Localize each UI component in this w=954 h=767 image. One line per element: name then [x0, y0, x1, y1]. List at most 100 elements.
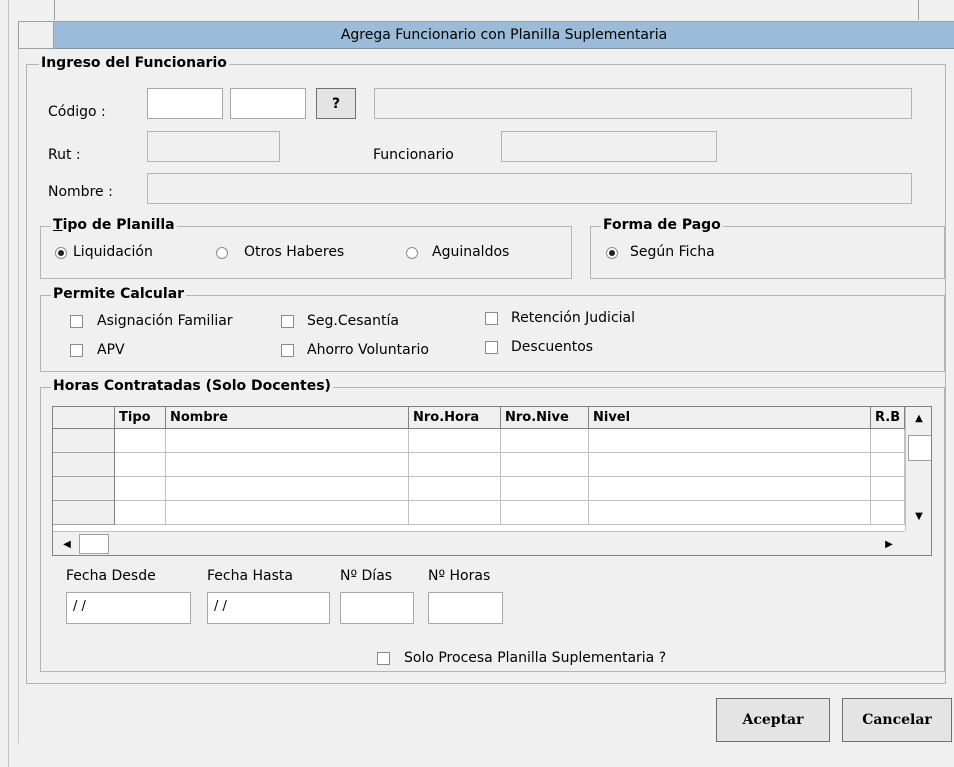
scroll-down-icon[interactable]: ▼: [906, 505, 931, 527]
checkbox-ahorro-voluntario[interactable]: [281, 344, 294, 357]
liquidacion-label[interactable]: Liquidación: [73, 244, 153, 260]
row-header[interactable]: [53, 429, 115, 453]
aguinaldos-label[interactable]: Aguinaldos: [432, 244, 509, 260]
grid-cell[interactable]: [115, 429, 166, 453]
grid-cell[interactable]: [589, 453, 871, 477]
grid-cell[interactable]: [501, 477, 589, 501]
dias-label: Nº Días: [340, 568, 393, 584]
grid-hscroll[interactable]: ◀ ▶: [53, 531, 905, 555]
grid-cell[interactable]: [115, 453, 166, 477]
codigo-field-1[interactable]: [147, 88, 223, 119]
aceptar-label: Aceptar: [742, 712, 804, 728]
rut-field: [147, 131, 280, 162]
retencion-judicial-label[interactable]: Retención Judicial: [511, 310, 635, 326]
vscroll-thumb[interactable]: [908, 435, 931, 461]
scroll-corner: [905, 531, 931, 555]
asignacion-familiar-label[interactable]: Asignación Familiar: [97, 313, 233, 329]
codigo-description-field: [374, 88, 912, 119]
separator: [54, 0, 55, 20]
radio-segun-ficha[interactable]: [606, 247, 618, 259]
tipo-planilla-legend: Tipo de Planilla: [51, 217, 177, 233]
col-nro-hora[interactable]: Nro.Hora: [409, 407, 501, 429]
grid-cell[interactable]: [409, 501, 501, 525]
fecha-hasta-field[interactable]: / /: [207, 592, 330, 624]
dias-field[interactable]: [340, 592, 414, 624]
descuentos-label[interactable]: Descuentos: [511, 339, 593, 355]
segun-ficha-label[interactable]: Según Ficha: [630, 244, 715, 260]
window-title-text: Agrega Funcionario con Planilla Suplemen…: [340, 27, 668, 43]
horas-grid[interactable]: Tipo Nombre Nro.Hora Nro.Nive Nivel R.B …: [52, 406, 932, 556]
seg-cesantia-label[interactable]: Seg.Cesantía: [307, 313, 399, 329]
aceptar-button[interactable]: Aceptar: [716, 698, 830, 742]
funcionario-label: Funcionario: [373, 147, 454, 163]
grid-cell[interactable]: [501, 453, 589, 477]
window-title: Agrega Funcionario con Planilla Suplemen…: [54, 21, 954, 49]
window-corner: [18, 21, 54, 49]
lookup-button[interactable]: ?: [316, 88, 356, 119]
scroll-up-icon[interactable]: ▲: [906, 407, 931, 429]
grid-cell[interactable]: [589, 501, 871, 525]
permite-calcular-legend: Permite Calcular: [51, 286, 187, 302]
background-strip: [0, 0, 954, 20]
grid-cell[interactable]: [166, 501, 409, 525]
checkbox-descuentos[interactable]: [485, 341, 498, 354]
apv-label[interactable]: APV: [97, 342, 125, 358]
checkbox-retencion-judicial[interactable]: [485, 312, 498, 325]
funcionario-field: [501, 131, 717, 162]
grid-cell[interactable]: [501, 429, 589, 453]
fecha-desde-field[interactable]: / /: [66, 592, 191, 624]
otros-haberes-label[interactable]: Otros Haberes: [244, 244, 344, 260]
nombre-label: Nombre :: [48, 184, 113, 200]
separator: [918, 0, 919, 20]
checkbox-asignacion-familiar[interactable]: [70, 315, 83, 328]
horas-legend: Horas Contratadas (Solo Docentes): [51, 378, 333, 394]
row-header[interactable]: [53, 501, 115, 525]
col-nivel[interactable]: Nivel: [589, 407, 871, 429]
grid-cell[interactable]: [409, 429, 501, 453]
col-rb[interactable]: R.B: [871, 407, 905, 429]
forma-pago-legend: Forma de Pago: [601, 217, 723, 233]
ingreso-legend: Ingreso del Funcionario: [39, 55, 229, 71]
radio-liquidacion[interactable]: [55, 247, 67, 259]
grid-cell[interactable]: [589, 477, 871, 501]
grid-cell[interactable]: [589, 429, 871, 453]
radio-otros-haberes[interactable]: [216, 247, 228, 259]
solo-procesa-label[interactable]: Solo Procesa Planilla Suplementaria ?: [404, 650, 666, 666]
row-header[interactable]: [53, 477, 115, 501]
grid-cell[interactable]: [409, 453, 501, 477]
grid-cell[interactable]: [115, 501, 166, 525]
checkbox-apv[interactable]: [70, 344, 83, 357]
codigo-field-2[interactable]: [230, 88, 306, 119]
col-nombre[interactable]: Nombre: [166, 407, 409, 429]
grid-cell[interactable]: [409, 477, 501, 501]
grid-cell[interactable]: [501, 501, 589, 525]
grid-cell[interactable]: [166, 477, 409, 501]
grid-vscroll[interactable]: ▲ ▼: [905, 407, 931, 535]
nombre-field: [147, 173, 912, 204]
codigo-label: Código :: [48, 104, 106, 120]
hscroll-thumb[interactable]: [79, 534, 109, 554]
grid-cell[interactable]: [871, 429, 905, 453]
grid-cell[interactable]: [115, 477, 166, 501]
scroll-left-icon[interactable]: ◀: [55, 534, 79, 554]
cancelar-label: Cancelar: [862, 712, 932, 728]
rut-label: Rut :: [48, 147, 81, 163]
grid-cell[interactable]: [871, 501, 905, 525]
row-header[interactable]: [53, 453, 115, 477]
col-tipo[interactable]: Tipo: [115, 407, 166, 429]
ahorro-voluntario-label[interactable]: Ahorro Voluntario: [307, 342, 429, 358]
col-nro-nive[interactable]: Nro.Nive: [501, 407, 589, 429]
horas-label: Nº Horas: [428, 568, 491, 584]
radio-aguinaldos[interactable]: [406, 247, 418, 259]
horas-field[interactable]: [428, 592, 503, 624]
outer-border: [8, 0, 9, 767]
grid-cell[interactable]: [871, 453, 905, 477]
grid-cell[interactable]: [166, 429, 409, 453]
checkbox-seg-cesantia[interactable]: [281, 315, 294, 328]
grid-cell[interactable]: [871, 477, 905, 501]
grid-cell[interactable]: [166, 453, 409, 477]
checkbox-solo-procesa[interactable]: [377, 652, 390, 665]
cancelar-button[interactable]: Cancelar: [842, 698, 952, 742]
fecha-desde-label: Fecha Desde: [66, 568, 156, 584]
scroll-right-icon[interactable]: ▶: [877, 534, 901, 554]
